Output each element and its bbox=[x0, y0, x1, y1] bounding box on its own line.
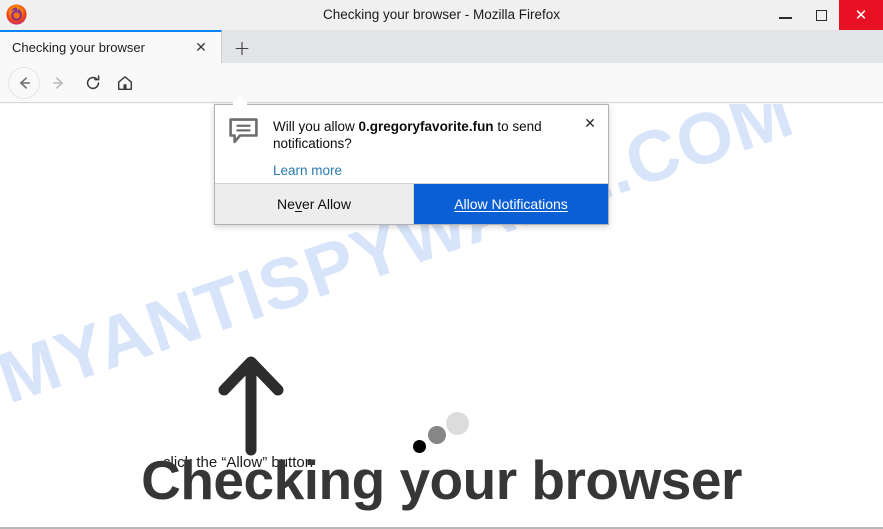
loading-dot-2 bbox=[428, 426, 446, 444]
loading-dot-3 bbox=[446, 412, 469, 435]
chat-bubble-icon bbox=[229, 118, 258, 144]
allow-notifications-button[interactable]: Allow Notifications bbox=[414, 184, 608, 224]
arrow-up-icon bbox=[218, 356, 284, 456]
firefox-window: Checking your browser - Mozilla Firefox … bbox=[0, 0, 883, 529]
popup-body: Will you allow 0.gregoryfavorite.fun to … bbox=[215, 105, 608, 184]
popup-close-icon[interactable]: ✕ bbox=[581, 115, 599, 133]
window-title: Checking your browser - Mozilla Firefox bbox=[322, 7, 561, 22]
page-title: Checking your browser bbox=[141, 449, 742, 511]
tab-checking-your-browser[interactable]: Checking your browser ✕ bbox=[0, 30, 222, 63]
popup-question-domain: 0.gregoryfavorite.fun bbox=[358, 119, 494, 134]
popup-actions: Never Allow Allow Notifications bbox=[215, 183, 608, 224]
popup-pointer-fill bbox=[233, 102, 247, 106]
allow-notifications-label: Allow Notifications bbox=[454, 196, 568, 212]
maximize-button[interactable] bbox=[803, 0, 839, 30]
close-button[interactable]: ✕ bbox=[839, 0, 883, 30]
tab-label: Checking your browser bbox=[12, 40, 145, 55]
reload-icon[interactable] bbox=[80, 70, 106, 96]
home-icon[interactable] bbox=[112, 70, 138, 96]
firefox-logo-icon bbox=[6, 4, 27, 25]
window-controls: ✕ bbox=[767, 0, 883, 30]
new-tab-button[interactable]: + bbox=[228, 34, 256, 61]
popup-question-prefix: Will you allow bbox=[273, 119, 359, 134]
title-bar: Checking your browser - Mozilla Firefox … bbox=[0, 0, 883, 30]
navigation-toolbar: https://0.gregoryfavorite.fun/index.php?… bbox=[0, 63, 883, 162]
forward-arrow-icon bbox=[46, 70, 72, 96]
never-allow-button[interactable]: Never Allow bbox=[215, 184, 414, 224]
minimize-button[interactable] bbox=[767, 0, 803, 30]
tab-close-icon[interactable]: ✕ bbox=[193, 40, 209, 56]
popup-question: Will you allow 0.gregoryfavorite.fun to … bbox=[273, 118, 558, 152]
tab-strip: Checking your browser ✕ + bbox=[0, 30, 883, 63]
notification-permission-popup: Will you allow 0.gregoryfavorite.fun to … bbox=[214, 104, 609, 225]
back-arrow-icon[interactable] bbox=[8, 67, 40, 99]
learn-more-link[interactable]: Learn more bbox=[273, 163, 594, 178]
never-allow-label: Never Allow bbox=[277, 196, 351, 212]
